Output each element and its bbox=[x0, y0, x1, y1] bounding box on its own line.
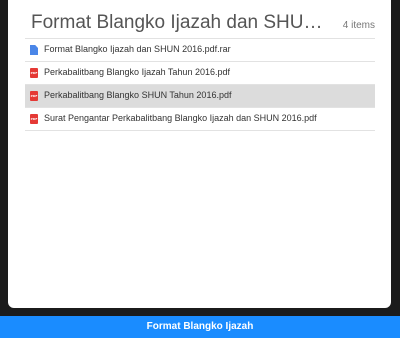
item-count: 4 items bbox=[342, 20, 375, 31]
pdf-file-icon: PDF bbox=[30, 91, 38, 101]
file-row[interactable]: PDF Perkabalitbang Blangko Ijazah Tahun … bbox=[25, 62, 375, 85]
file-row[interactable]: Format Blangko Ijazah dan SHUN 2016.pdf.… bbox=[25, 39, 375, 62]
file-list: Format Blangko Ijazah dan SHUN 2016.pdf.… bbox=[25, 38, 375, 131]
file-name: Surat Pengantar Perkabalitbang Blangko I… bbox=[44, 113, 317, 123]
folder-title[interactable]: Format Blangko Ijazah dan SHUN 2016 (Bah… bbox=[31, 12, 331, 34]
footer-title[interactable]: Format Blangko Ijazah bbox=[0, 316, 400, 338]
folder-panel: Format Blangko Ijazah dan SHUN 2016 (Bah… bbox=[8, 0, 391, 308]
folder-header: Format Blangko Ijazah dan SHUN 2016 (Bah… bbox=[8, 0, 391, 38]
file-row-selected[interactable]: PDF Perkabalitbang Blangko SHUN Tahun 20… bbox=[25, 85, 375, 108]
pdf-file-icon: PDF bbox=[30, 68, 38, 78]
footer-bar: Format Blangko Ijazah bbox=[0, 316, 400, 338]
pdf-file-icon: PDF bbox=[30, 114, 38, 124]
rar-file-icon bbox=[30, 45, 38, 55]
file-name: Perkabalitbang Blangko Ijazah Tahun 2016… bbox=[44, 67, 230, 77]
file-row[interactable]: PDF Surat Pengantar Perkabalitbang Blang… bbox=[25, 108, 375, 131]
file-name: Perkabalitbang Blangko SHUN Tahun 2016.p… bbox=[44, 90, 232, 100]
file-name: Format Blangko Ijazah dan SHUN 2016.pdf.… bbox=[44, 44, 231, 54]
